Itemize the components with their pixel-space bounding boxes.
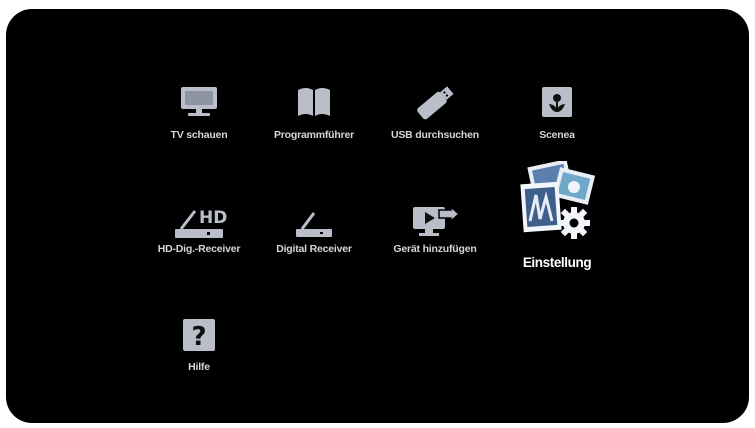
- menu-item-label: Hilfe: [188, 361, 210, 373]
- menu-item-label: HD-Dig.-Receiver: [157, 243, 241, 255]
- menu-item-label: Einstellung: [522, 255, 592, 270]
- menu-item-label: Scenea: [539, 129, 575, 141]
- book-icon: [255, 71, 373, 129]
- menu-item-hd-dig-receiver[interactable]: HD HD-Dig.-Receiver: [140, 185, 258, 255]
- menu-item-label: Programmführer: [273, 129, 355, 141]
- hd-badge: HD: [199, 208, 227, 228]
- usb-stick-icon: [376, 71, 494, 129]
- home-menu-screen: TV schauen Programmführer USB durchsuche…: [6, 9, 749, 423]
- menu-item-scenea[interactable]: Scenea: [498, 71, 616, 141]
- add-device-icon: [376, 185, 494, 243]
- menu-item-programmfuehrer[interactable]: Programmführer: [255, 71, 373, 141]
- menu-item-geraet-hinzufuegen[interactable]: Gerät hinzufügen: [376, 185, 494, 255]
- settings-photos-icon: [498, 161, 616, 255]
- hd-receiver-icon: HD: [140, 185, 258, 243]
- menu-item-label: Digital Receiver: [276, 243, 352, 255]
- menu-item-tv-schauen[interactable]: TV schauen: [140, 71, 258, 141]
- receiver-icon: [255, 185, 373, 243]
- flower-frame-icon: [498, 71, 616, 129]
- help-icon: ?: [140, 303, 258, 361]
- help-glyph: ?: [191, 322, 206, 352]
- menu-item-label: Gerät hinzufügen: [393, 243, 477, 255]
- menu-item-usb-durchsuchen[interactable]: USB durchsuchen: [376, 71, 494, 141]
- menu-item-label: USB durchsuchen: [390, 129, 479, 141]
- menu-item-label: TV schauen: [170, 129, 228, 141]
- menu-item-digital-receiver[interactable]: Digital Receiver: [255, 185, 373, 255]
- tv-icon: [140, 71, 258, 129]
- menu-item-hilfe[interactable]: ? Hilfe: [140, 303, 258, 373]
- menu-item-einstellung[interactable]: Einstellung: [498, 161, 616, 270]
